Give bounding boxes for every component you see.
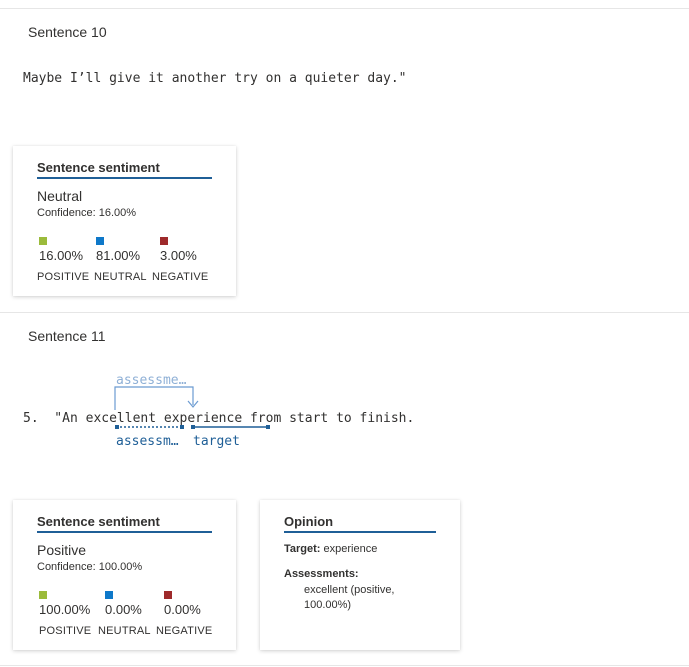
sentence-11-text: 5. "An excellent experience from start t…: [23, 411, 415, 426]
opinion-target-value: experience: [323, 543, 378, 555]
sentiment-label: Neutral: [37, 188, 83, 204]
opinion-target-label: Target:: [284, 543, 321, 555]
neutral-caption: NEUTRAL: [98, 625, 151, 637]
positive-swatch: [39, 237, 47, 245]
positive-value: 100.00%: [39, 602, 91, 617]
divider-middle: [0, 312, 689, 313]
sentiment-card-title: Sentence sentiment: [37, 160, 212, 179]
opinion-assessments-label: Assessments:: [284, 568, 359, 580]
negative-value: 0.00%: [164, 602, 201, 617]
negative-swatch: [160, 237, 168, 245]
opinion-assessment-line-1: excellent (positive,: [304, 584, 395, 596]
neutral-swatch: [105, 591, 113, 599]
sentiment-confidence: Confidence: 100.00%: [37, 561, 143, 573]
opinion-card-title: Opinion: [284, 514, 436, 533]
opinion-assessment-line-2: 100.00%): [304, 599, 352, 611]
positive-caption: POSITIVE: [39, 625, 92, 637]
neutral-value: 81.00%: [96, 248, 141, 263]
neutral-swatch: [96, 237, 104, 245]
annotation-assessment-top[interactable]: assessme…: [116, 373, 186, 388]
negative-caption: NEGATIVE: [156, 625, 213, 637]
negative-value: 3.00%: [160, 248, 197, 263]
negative-caption: NEGATIVE: [152, 271, 209, 283]
sentence-10-text: Maybe I’ll give it another try on a quie…: [23, 71, 407, 86]
opinion-card: Opinion Target: experience Assessments: …: [260, 500, 460, 650]
divider-bottom: [0, 665, 689, 666]
sentence-11-title: Sentence 11: [28, 328, 106, 344]
assessments-heading: Assessments:: [284, 568, 359, 580]
positive-value: 16.00%: [39, 248, 84, 263]
sentiment-label: Positive: [37, 542, 87, 558]
divider-top: [0, 8, 689, 9]
sentiment-confidence: Confidence: 16.00%: [37, 207, 137, 219]
neutral-value: 0.00%: [105, 602, 142, 617]
sentiment-card-title: Sentence sentiment: [37, 514, 212, 533]
sentence-10-sentiment-card: Sentence sentiment Neutral Confidence: 1…: [13, 146, 236, 296]
negative-swatch: [164, 591, 172, 599]
annotation-assessment-label[interactable]: assessm…: [116, 434, 179, 449]
annotation-target-label[interactable]: target: [193, 434, 240, 449]
sentence-10-title: Sentence 10: [28, 24, 107, 40]
positive-caption: POSITIVE: [37, 271, 90, 283]
sentence-11-sentiment-card: Sentence sentiment Positive Confidence: …: [13, 500, 236, 650]
neutral-caption: NEUTRAL: [94, 271, 147, 283]
opinion-target: Target: experience: [284, 543, 377, 555]
positive-swatch: [39, 591, 47, 599]
